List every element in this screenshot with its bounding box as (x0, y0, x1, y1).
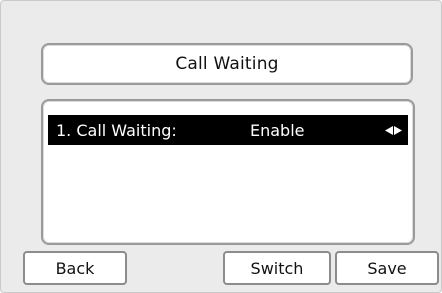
save-button[interactable]: Save (335, 251, 439, 285)
phone-screen: Call Waiting 1. Call Waiting: Enable Bac… (0, 0, 442, 293)
arrow-right-icon (394, 125, 402, 135)
back-button[interactable]: Back (23, 251, 127, 285)
menu-item-label: 1. Call Waiting: (56, 120, 177, 140)
title-bar: Call Waiting (41, 43, 413, 85)
left-right-arrows-icon[interactable] (385, 115, 402, 145)
switch-button[interactable]: Switch (223, 251, 331, 285)
arrow-left-icon (385, 125, 393, 135)
menu-item-call-waiting[interactable]: 1. Call Waiting: Enable (48, 115, 408, 145)
page-title: Call Waiting (175, 54, 279, 74)
menu-list: 1. Call Waiting: Enable (41, 99, 415, 245)
menu-item-value: Enable (250, 120, 305, 140)
